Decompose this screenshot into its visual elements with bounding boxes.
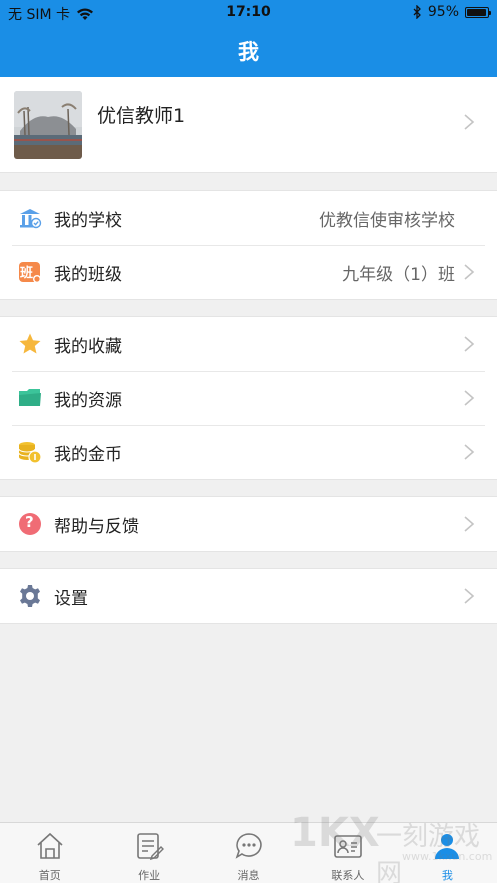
- tab-bar: 首页 作业 消息 联系人 我: [0, 822, 497, 883]
- homework-icon: [137, 833, 165, 861]
- menu-group-assets: 我的收藏 我的资源 我的金币: [0, 316, 497, 480]
- menu-item-label: 我的收藏: [54, 337, 122, 357]
- profile-icon: [435, 834, 460, 859]
- tab-label: 我: [441, 869, 453, 882]
- menu-item-label: 我的学校: [54, 211, 122, 231]
- menu-item-label: 我的金币: [54, 445, 122, 465]
- folder-icon: [19, 389, 41, 406]
- chevron-right-icon: [464, 336, 475, 352]
- menu-item-my-resources[interactable]: 我的资源: [0, 371, 497, 425]
- menu-item-label: 帮助与反馈: [54, 517, 139, 537]
- battery-icon: [465, 6, 491, 18]
- menu-item-settings[interactable]: 设置: [0, 569, 497, 623]
- menu-item-label: 设置: [54, 589, 88, 609]
- bluetooth-icon: [413, 5, 421, 19]
- battery-percent: 95%: [427, 4, 459, 20]
- class-name-value: 九年级（1）班: [342, 265, 455, 285]
- header-bar: 无 SIM 卡 17:10 95% 我: [0, 0, 497, 77]
- message-icon: [235, 833, 262, 859]
- chevron-right-icon: [464, 444, 475, 460]
- chevron-right-icon: [464, 390, 475, 406]
- tab-messages[interactable]: 消息: [199, 823, 298, 883]
- chevron-right-icon: [464, 264, 475, 280]
- menu-item-my-school[interactable]: 我的学校 优教信使审核学校: [0, 191, 497, 245]
- menu-group-help: ? 帮助与反馈: [0, 496, 497, 552]
- tab-label: 消息: [237, 869, 260, 882]
- menu-item-label: 我的资源: [54, 391, 122, 411]
- contacts-icon: [334, 835, 362, 858]
- battery-fill: [467, 8, 486, 16]
- coins-icon: [18, 442, 42, 464]
- chevron-right-icon: [464, 588, 475, 604]
- gear-icon: [20, 585, 40, 607]
- tab-label: 联系人: [331, 869, 365, 882]
- tab-label: 作业: [138, 869, 161, 882]
- status-right: 95%: [413, 4, 491, 20]
- chevron-right-icon: [464, 516, 475, 532]
- menu-group-school: 我的学校 优教信使审核学校 班 我的班级 九年级（1）班: [0, 190, 497, 300]
- status-bar: 无 SIM 卡 17:10 95%: [0, 0, 497, 26]
- tab-label: 首页: [38, 869, 61, 882]
- profile-card[interactable]: 优信教师1: [0, 77, 497, 173]
- menu-item-my-favorites[interactable]: 我的收藏: [0, 317, 497, 371]
- menu-item-my-coins[interactable]: 我的金币: [0, 425, 497, 479]
- class-icon-text: 班: [20, 266, 34, 281]
- menu-item-help-feedback[interactable]: ? 帮助与反馈: [0, 497, 497, 551]
- tab-me[interactable]: 我: [398, 823, 497, 883]
- tab-homework[interactable]: 作业: [99, 823, 198, 883]
- school-icon: [20, 209, 42, 229]
- tab-home[interactable]: 首页: [0, 823, 99, 883]
- avatar: [14, 91, 82, 159]
- menu-group-settings: 设置: [0, 568, 497, 624]
- school-name-value: 优教信使审核学校: [319, 211, 455, 231]
- page-title: 我: [238, 40, 259, 64]
- menu-item-my-class[interactable]: 班 我的班级 九年级（1）班: [0, 245, 497, 299]
- help-icon-text: ?: [25, 513, 34, 531]
- chevron-right-icon: [464, 114, 475, 130]
- menu-item-label: 我的班级: [54, 265, 122, 285]
- home-icon: [37, 832, 63, 859]
- profile-name: 优信教师1: [97, 105, 186, 127]
- star-icon: [19, 333, 41, 354]
- tab-contacts[interactable]: 联系人: [298, 823, 397, 883]
